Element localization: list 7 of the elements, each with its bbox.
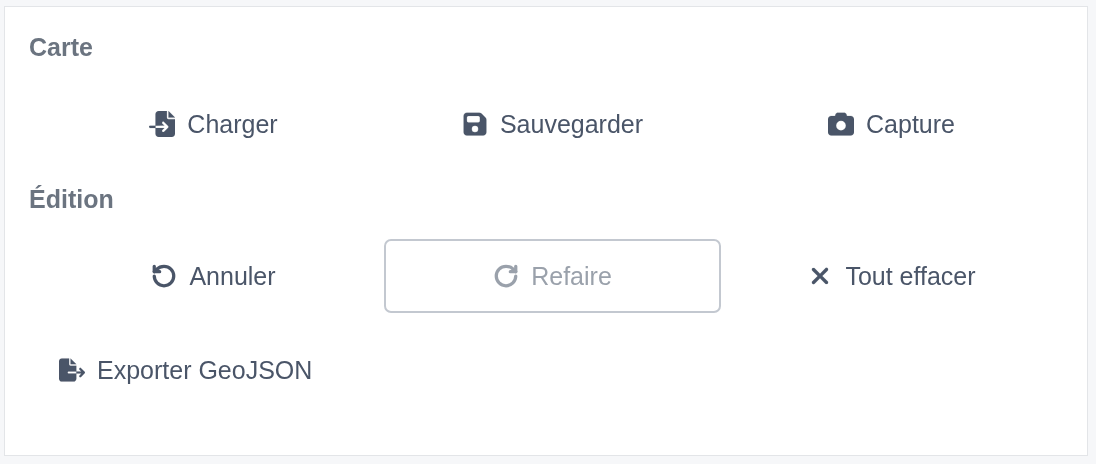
section-title: Édition [29,185,115,215]
redo-icon [493,263,520,289]
file-export-icon [59,357,85,383]
file-arrow-icon [149,111,176,137]
camera-icon [828,111,854,137]
undo-icon [151,263,178,289]
section-title: Carte [29,33,94,63]
